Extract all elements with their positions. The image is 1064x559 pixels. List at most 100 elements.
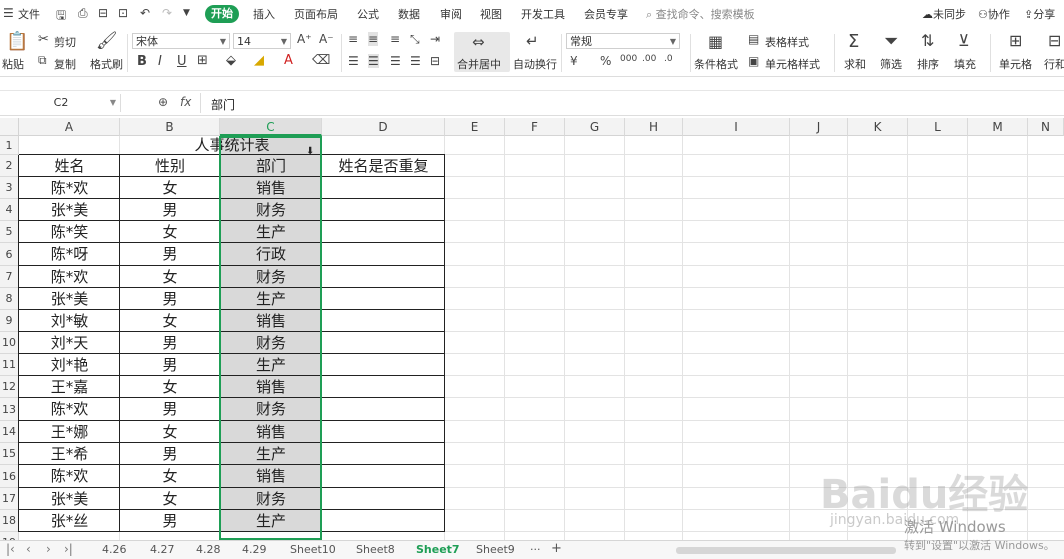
- cut-button[interactable]: 剪切: [54, 34, 76, 50]
- column-header-j[interactable]: J: [790, 118, 848, 136]
- bold-icon[interactable]: B: [137, 54, 147, 69]
- row-header-8[interactable]: 8: [0, 288, 19, 310]
- row-header-16[interactable]: 16: [0, 465, 19, 488]
- formula-input[interactable]: 部门: [200, 93, 1061, 113]
- data-cell[interactable]: 男: [120, 354, 220, 376]
- filter-icon[interactable]: ⏷: [884, 31, 898, 52]
- data-cell[interactable]: 男: [120, 443, 220, 465]
- column-header-l[interactable]: L: [908, 118, 968, 136]
- decrease-font-icon[interactable]: A⁻: [319, 32, 334, 46]
- indent-icon[interactable]: ⇥: [430, 32, 440, 46]
- data-cell[interactable]: 刘*天: [19, 332, 120, 354]
- data-cell[interactable]: 男: [120, 510, 220, 532]
- zoom-icon[interactable]: ⊕: [158, 95, 168, 109]
- thousands-icon[interactable]: 000: [620, 54, 637, 64]
- percent-icon[interactable]: %: [600, 54, 611, 68]
- copy-icon[interactable]: ⧉: [38, 53, 47, 68]
- data-cell[interactable]: 王*娜: [19, 421, 120, 443]
- copy-button[interactable]: 复制: [54, 56, 76, 72]
- increase-font-icon[interactable]: A⁺: [297, 32, 312, 46]
- row-header-12[interactable]: 12: [0, 376, 19, 398]
- fx-icon[interactable]: fx: [180, 95, 191, 109]
- align-middle-icon[interactable]: ≡: [368, 32, 379, 46]
- fill-icon[interactable]: ⊻: [958, 31, 970, 50]
- column-header-f[interactable]: F: [505, 118, 565, 136]
- number-format-select[interactable]: 常规 ▼: [566, 33, 680, 49]
- column-header-g[interactable]: G: [565, 118, 625, 136]
- menu-view[interactable]: 视图: [480, 6, 502, 22]
- row-header-13[interactable]: 13: [0, 398, 19, 421]
- fill-color-icon[interactable]: ◢: [254, 53, 264, 68]
- font-color-icon[interactable]: A: [284, 53, 293, 68]
- column-header-b[interactable]: B: [120, 118, 220, 136]
- data-cell[interactable]: 张*美: [19, 199, 120, 221]
- currency-icon[interactable]: ¥: [570, 54, 578, 68]
- menu-formula[interactable]: 公式: [357, 6, 379, 22]
- table-style-icon[interactable]: ▤: [748, 32, 759, 46]
- align-left-icon[interactable]: ☰: [348, 54, 359, 68]
- header-cell[interactable]: 姓名: [19, 155, 120, 177]
- orientation-icon[interactable]: ⤡: [410, 32, 420, 47]
- data-cell[interactable]: 王*嘉: [19, 376, 120, 398]
- rowcol-button[interactable]: 行和: [1044, 56, 1064, 72]
- sync-status[interactable]: ☁未同步: [922, 6, 966, 22]
- add-sheet-button[interactable]: +: [551, 541, 562, 556]
- sheet-tab[interactable]: 4.28: [196, 543, 221, 556]
- sum-button[interactable]: 求和: [844, 56, 866, 72]
- data-cell[interactable]: 张*美: [19, 288, 120, 310]
- row-header-6[interactable]: 6: [0, 243, 19, 266]
- italic-icon[interactable]: I: [158, 54, 162, 69]
- fill-handle-icon[interactable]: ⬇: [306, 146, 314, 157]
- row-header-14[interactable]: 14: [0, 421, 19, 443]
- column-header-i[interactable]: I: [683, 118, 790, 136]
- data-cell[interactable]: 张*丝: [19, 510, 120, 532]
- justify-icon[interactable]: ☰: [410, 54, 421, 68]
- data-cell[interactable]: 陈*欢: [19, 398, 120, 421]
- menu-file[interactable]: 文件: [18, 6, 40, 22]
- font-size-select[interactable]: 14 ▼: [233, 33, 291, 49]
- row-header-1[interactable]: 1: [0, 136, 19, 155]
- sheet-tab[interactable]: Sheet10: [290, 543, 336, 556]
- merge-center-button[interactable]: ⇔ 合并居中: [454, 32, 510, 72]
- cell-button[interactable]: 单元格: [999, 56, 1032, 72]
- data-cell[interactable]: 刘*艳: [19, 354, 120, 376]
- fill-style-icon[interactable]: ⬙: [226, 53, 236, 68]
- select-all-corner[interactable]: [0, 118, 19, 136]
- undo-icon[interactable]: ↶: [140, 6, 150, 20]
- cell-style-icon[interactable]: ▣: [748, 54, 759, 68]
- share-button[interactable]: ⇪分享: [1024, 6, 1055, 22]
- row-header-2[interactable]: 2: [0, 155, 19, 177]
- next-sheet-icon[interactable]: ›: [46, 542, 51, 556]
- row-header-17[interactable]: 17: [0, 488, 19, 510]
- column-header-d[interactable]: D: [322, 118, 445, 136]
- sheet-tab[interactable]: Sheet9: [476, 543, 515, 556]
- fill-button[interactable]: 填充: [954, 56, 976, 72]
- column-header-e[interactable]: E: [445, 118, 505, 136]
- cell-icon[interactable]: ⊞: [1009, 31, 1022, 50]
- data-cell[interactable]: 刘*敏: [19, 310, 120, 332]
- data-cell[interactable]: 女: [120, 376, 220, 398]
- font-name-select[interactable]: 宋体 ▼: [132, 33, 230, 49]
- data-cell[interactable]: 女: [120, 465, 220, 488]
- collab-button[interactable]: ⚇协作: [978, 6, 1010, 22]
- format-painter-button[interactable]: 格式刷: [90, 56, 123, 72]
- data-cell[interactable]: 张*美: [19, 488, 120, 510]
- sort-button[interactable]: 排序: [917, 56, 939, 72]
- print-icon[interactable]: ⊟: [98, 6, 108, 20]
- row-header-9[interactable]: 9: [0, 310, 19, 332]
- sheet-tab[interactable]: 4.26: [102, 543, 127, 556]
- data-cell[interactable]: 女: [120, 266, 220, 288]
- cell-style-button[interactable]: 单元格样式: [765, 56, 820, 72]
- align-right-icon[interactable]: ☰: [390, 54, 401, 68]
- data-cell[interactable]: 男: [120, 243, 220, 266]
- cut-icon[interactable]: ✂: [38, 32, 49, 47]
- menu-member[interactable]: 会员专享: [584, 6, 628, 22]
- command-search[interactable]: ⌕ 查找命令、搜索模板: [646, 6, 755, 22]
- filter-button[interactable]: 筛选: [880, 56, 902, 72]
- border-icon[interactable]: ⊞: [197, 53, 208, 68]
- data-cell[interactable]: 女: [120, 310, 220, 332]
- distribute-icon[interactable]: ⊟: [430, 54, 440, 68]
- prev-sheet-icon[interactable]: ‹: [26, 542, 31, 556]
- column-header-m[interactable]: M: [968, 118, 1028, 136]
- data-cell[interactable]: 女: [120, 421, 220, 443]
